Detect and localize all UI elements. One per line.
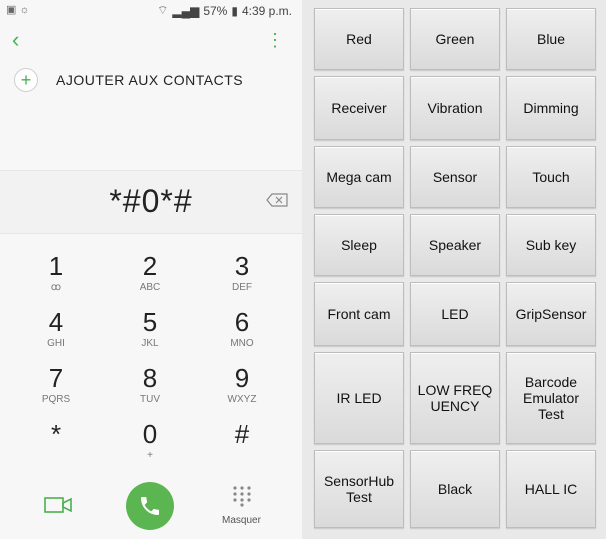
key-4[interactable]: 4 GHI bbox=[16, 308, 96, 358]
wifi-icon: ⌔ bbox=[157, 3, 169, 17]
test-sleep-button[interactable]: Sleep bbox=[314, 214, 404, 276]
battery-percent: 57% bbox=[203, 3, 228, 18]
hide-keypad-label[interactable]: Masquer bbox=[222, 515, 261, 526]
test-sensor-button[interactable]: Sensor bbox=[410, 146, 500, 208]
test-dimming-button[interactable]: Dimming bbox=[506, 76, 596, 140]
video-call-icon[interactable] bbox=[44, 495, 72, 515]
test-grip-sensor-button[interactable]: GripSensor bbox=[506, 282, 596, 346]
phone-icon bbox=[141, 497, 159, 515]
plus-icon: + bbox=[14, 68, 38, 92]
key-6[interactable]: 6 MNO bbox=[202, 308, 282, 358]
key-7[interactable]: 7 PQRS bbox=[16, 364, 96, 414]
test-mega-cam-button[interactable]: Mega cam bbox=[314, 146, 404, 208]
status-bar: ▣ ☼ ⌔ ▂▄▆ 57% ▮ 4:39 p.m. bbox=[0, 0, 302, 20]
signal-icon: ▂▄▆ bbox=[172, 3, 200, 18]
test-sub-key-button[interactable]: Sub key bbox=[506, 214, 596, 276]
test-blue-button[interactable]: Blue bbox=[506, 8, 596, 70]
key-5[interactable]: 5 JKL bbox=[110, 308, 190, 358]
test-barcode-emulator-button[interactable]: Barcode Emulator Test bbox=[506, 352, 596, 444]
battery-icon: ▮ bbox=[231, 3, 238, 18]
status-right: ⌔ ▂▄▆ 57% ▮ 4:39 p.m. bbox=[157, 3, 292, 18]
test-hall-ic-button[interactable]: HALL IC bbox=[506, 450, 596, 528]
add-to-contacts-label: AJOUTER AUX CONTACTS bbox=[56, 72, 244, 88]
top-bar: ‹ ⋮ bbox=[0, 22, 302, 62]
test-ir-led-button[interactable]: IR LED bbox=[314, 352, 404, 444]
test-led-button[interactable]: LED bbox=[410, 282, 500, 346]
test-touch-button[interactable]: Touch bbox=[506, 146, 596, 208]
test-receiver-button[interactable]: Receiver bbox=[314, 76, 404, 140]
key-1[interactable]: 1ꝏ bbox=[16, 252, 96, 302]
more-options-icon[interactable]: ⋮ bbox=[266, 28, 284, 52]
number-display: *#0*# bbox=[0, 170, 302, 234]
key-3[interactable]: 3 DEF bbox=[202, 252, 282, 302]
key-9[interactable]: 9 WXYZ bbox=[202, 364, 282, 414]
keypad-grid-icon[interactable] bbox=[231, 485, 253, 507]
action-bar: Masquer bbox=[0, 460, 302, 539]
test-speaker-button[interactable]: Speaker bbox=[410, 214, 500, 276]
back-icon[interactable]: ‹ bbox=[12, 28, 32, 52]
test-green-button[interactable]: Green bbox=[410, 8, 500, 70]
backspace-icon[interactable] bbox=[266, 193, 288, 207]
test-vibration-button[interactable]: Vibration bbox=[410, 76, 500, 140]
test-red-button[interactable]: Red bbox=[314, 8, 404, 70]
notification-icons: ▣ ☼ bbox=[6, 4, 30, 16]
test-front-cam-button[interactable]: Front cam bbox=[314, 282, 404, 346]
test-sensorhub-button[interactable]: SensorHub Test bbox=[314, 450, 404, 528]
dialer-panel: ▣ ☼ ⌔ ▂▄▆ 57% ▮ 4:39 p.m. ‹ ⋮ + AJOUTER … bbox=[0, 0, 302, 539]
dialed-number: *#0*# bbox=[109, 183, 193, 219]
call-button[interactable] bbox=[126, 482, 174, 530]
clock: 4:39 p.m. bbox=[241, 3, 292, 18]
add-to-contacts-row[interactable]: + AJOUTER AUX CONTACTS bbox=[14, 68, 243, 92]
test-black-button[interactable]: Black bbox=[410, 450, 500, 528]
test-low-frequency-button[interactable]: LOW FREQUENCY bbox=[410, 352, 500, 444]
key-8[interactable]: 8 TUV bbox=[110, 364, 190, 414]
hardware-test-menu: Red Green Blue Receiver Vibration Dimmin… bbox=[302, 0, 606, 539]
key-2[interactable]: 2 ABC bbox=[110, 252, 190, 302]
